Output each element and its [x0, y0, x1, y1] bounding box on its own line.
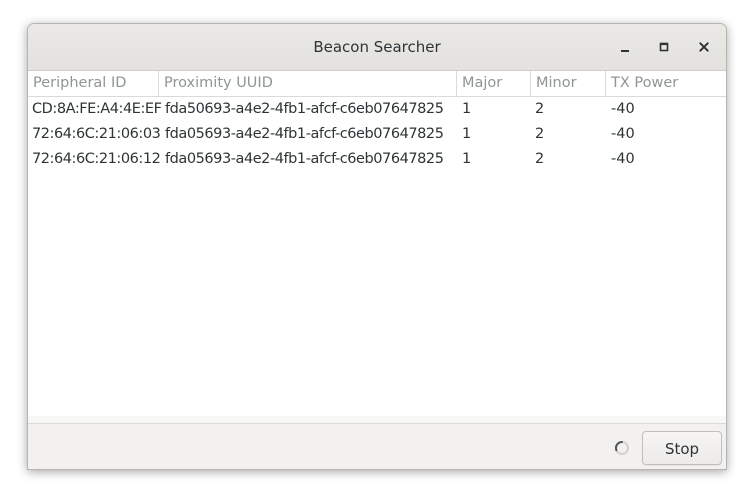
cell-peripheral-id: 72:64:6C:21:06:12 — [32, 151, 161, 167]
close-icon — [699, 42, 709, 52]
title-bar[interactable]: Beacon Searcher — [28, 24, 726, 71]
cell-minor: 2 — [535, 101, 545, 117]
table-header: Peripheral ID Proximity UUID Major Minor… — [28, 71, 726, 97]
cell-major: 1 — [462, 151, 472, 167]
close-button[interactable] — [693, 36, 715, 58]
cell-tx-power: -40 — [611, 126, 635, 142]
column-header-major[interactable]: Major — [457, 71, 531, 96]
maximize-icon — [659, 42, 669, 52]
cell-peripheral-id: CD:8A:FE:A4:4E:EF — [32, 101, 162, 117]
spinner-icon — [614, 440, 629, 455]
action-bar: Stop — [28, 423, 726, 469]
column-header-tx-power[interactable]: TX Power — [606, 71, 726, 96]
column-header-proximity-uuid[interactable]: Proximity UUID — [159, 71, 457, 96]
cell-minor: 2 — [535, 126, 545, 142]
footer-separator — [28, 416, 726, 423]
cell-major: 1 — [462, 101, 472, 117]
minimize-icon — [621, 50, 629, 52]
cell-proximity-uuid: fda50693-a4e2-4fb1-afcf-c6eb07647825 — [165, 101, 444, 117]
minimize-button[interactable] — [614, 36, 636, 58]
table-body: CD:8A:FE:A4:4E:EF fda50693-a4e2-4fb1-afc… — [28, 97, 726, 172]
cell-minor: 2 — [535, 151, 545, 167]
column-header-peripheral-id[interactable]: Peripheral ID — [28, 71, 159, 96]
stop-button[interactable]: Stop — [642, 431, 722, 465]
cell-tx-power: -40 — [611, 101, 635, 117]
column-header-minor[interactable]: Minor — [531, 71, 606, 96]
table-row[interactable]: 72:64:6C:21:06:03 fda05693-a4e2-4fb1-afc… — [28, 122, 726, 147]
cell-proximity-uuid: fda05693-a4e2-4fb1-afcf-c6eb07647825 — [165, 126, 444, 142]
cell-proximity-uuid: fda05693-a4e2-4fb1-afcf-c6eb07647825 — [165, 151, 444, 167]
maximize-button[interactable] — [653, 36, 675, 58]
cell-peripheral-id: 72:64:6C:21:06:03 — [32, 126, 161, 142]
app-window: Beacon Searcher Peripheral ID Proximity … — [27, 23, 727, 470]
table-row[interactable]: 72:64:6C:21:06:12 fda05693-a4e2-4fb1-afc… — [28, 147, 726, 172]
table-row[interactable]: CD:8A:FE:A4:4E:EF fda50693-a4e2-4fb1-afc… — [28, 97, 726, 122]
cell-tx-power: -40 — [611, 151, 635, 167]
cell-major: 1 — [462, 126, 472, 142]
